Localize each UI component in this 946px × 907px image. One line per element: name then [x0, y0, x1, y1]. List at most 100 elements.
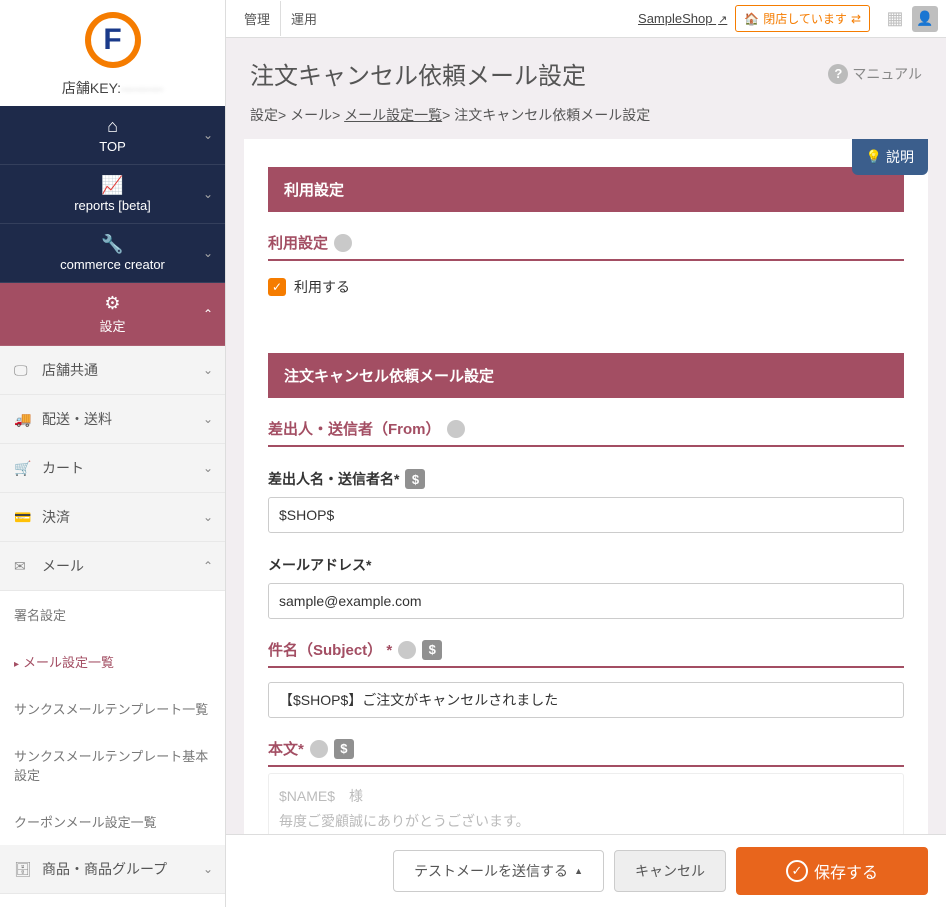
card-icon: 💳: [14, 509, 34, 526]
apps-icon[interactable]: ▦: [882, 6, 908, 32]
subsub-signature[interactable]: 署名設定: [0, 591, 225, 638]
chevron-down-icon: ⌄: [203, 363, 213, 377]
logo: F: [85, 12, 141, 68]
chevron-down-icon: ⌄: [203, 187, 213, 201]
truck-icon: 🚚: [14, 411, 34, 428]
chevron-down-icon: ⌄: [203, 862, 213, 876]
caret-up-icon: ▲: [574, 866, 583, 876]
page-title: 注文キャンセル依頼メール設定: [250, 56, 828, 91]
test-mail-button[interactable]: テストメールを送信する ▲: [393, 850, 604, 892]
usage-checkbox-row[interactable]: ✓ 利用する: [268, 261, 904, 313]
subject-input[interactable]: [268, 682, 904, 718]
variable-tag-icon[interactable]: $: [405, 469, 425, 489]
breadcrumb-item: 設定: [250, 107, 278, 123]
subnav-shipping[interactable]: 🚚 配送・送料 ⌄: [0, 395, 225, 444]
subsub-thanks-template-basic[interactable]: サンクスメールテンプレート基本設定: [0, 732, 225, 798]
subnav-label: 店舗共通: [42, 360, 98, 380]
chevron-down-icon: ⌄: [203, 412, 213, 426]
manual-label: マニュアル: [852, 64, 922, 84]
chevron-down-icon: ⌄: [203, 510, 213, 524]
usage-header: 利用設定: [268, 212, 904, 261]
shop-link-label: SampleShop: [638, 11, 712, 26]
nav-reports[interactable]: 📈 reports [beta] ⌄: [0, 165, 225, 224]
breadcrumb: 設定> メール> メール設定一覧> 注文キャンセル依頼メール設定: [226, 99, 946, 139]
main: 管理 運用 SampleShop ↗ 🏠 閉店しています ⇄ ▦ 👤 注文キャン…: [226, 0, 946, 907]
field-header-label: 件名（Subject） *: [268, 639, 392, 660]
nav-top[interactable]: ⌂ TOP ⌄: [0, 106, 225, 165]
topbar: 管理 運用 SampleShop ↗ 🏠 閉店しています ⇄ ▦ 👤: [226, 0, 946, 38]
help-dot-icon[interactable]: [447, 420, 465, 438]
body-header: 本文* $: [268, 718, 904, 767]
checkbox-label: 利用する: [294, 277, 350, 297]
body-line: 毎度ご愛顧誠にありがとうございます。: [279, 809, 893, 834]
wrench-icon: 🔧: [101, 234, 123, 255]
explain-label: 説明: [886, 147, 914, 167]
tab-operation[interactable]: 運用: [281, 1, 327, 36]
label-text: 差出人名・送信者名: [268, 469, 399, 489]
settings-card: 利用設定 利用設定 ✓ 利用する 注文キャンセル依頼メール設定 差出人・送信者（…: [244, 139, 928, 907]
subject-header: 件名（Subject） * $: [268, 619, 904, 668]
breadcrumb-link[interactable]: メール設定一覧: [344, 107, 442, 123]
chevron-down-icon: ⌄: [203, 246, 213, 260]
check-circle-icon: ✓: [786, 860, 808, 882]
button-label: テストメールを送信する: [414, 861, 568, 881]
help-dot-icon[interactable]: [310, 740, 328, 758]
checkbox-checked-icon[interactable]: ✓: [268, 278, 286, 296]
breadcrumb-item: メール: [290, 107, 332, 123]
button-label: 保存する: [814, 859, 878, 883]
section-usage: 利用設定: [268, 167, 904, 212]
subnav-label: 商品・商品グループ: [42, 859, 167, 879]
shop-key-label: 店舗KEY:: [62, 80, 121, 96]
bulb-icon: 💡: [866, 149, 882, 165]
chevron-up-icon: ⌃: [203, 307, 213, 321]
nav-label: 設定: [99, 316, 125, 335]
nav-settings[interactable]: ⚙ 設定 ⌃: [0, 283, 225, 346]
content-area: 💡 説明 利用設定 利用設定 ✓ 利用する 注文キャンセル依頼メール設定 差出人…: [226, 139, 946, 907]
shop-key: 店舗KEY:———: [0, 78, 225, 98]
chart-icon: 📈: [101, 175, 123, 196]
subnav-cart[interactable]: 🛒 カート ⌄: [0, 444, 225, 493]
subnav-label: 配送・送料: [42, 409, 112, 429]
body-line: $NAME$ 様: [279, 784, 893, 809]
breadcrumb-item: 注文キャンセル依頼メール設定: [454, 107, 650, 123]
nav-label: commerce creator: [60, 257, 165, 272]
shop-status-button[interactable]: 🏠 閉店しています ⇄: [735, 5, 870, 32]
subnav-label: カート: [42, 458, 84, 478]
variable-tag-icon[interactable]: $: [422, 640, 442, 660]
manual-link[interactable]: ? マニュアル: [828, 64, 922, 84]
subnav-mail[interactable]: ✉ メール ⌃: [0, 542, 225, 591]
chevron-up-icon: ⌃: [203, 559, 213, 573]
shop-key-value: ———: [121, 80, 163, 96]
email-label: メールアドレス: [268, 533, 904, 583]
email-input[interactable]: [268, 583, 904, 619]
nav-label: TOP: [99, 139, 126, 154]
from-name-input[interactable]: [268, 497, 904, 533]
help-dot-icon[interactable]: [334, 234, 352, 252]
swap-icon: ⇄: [851, 12, 861, 26]
gear-icon: ⚙: [104, 293, 120, 314]
label-text: メールアドレス: [268, 555, 371, 575]
tab-admin[interactable]: 管理: [234, 1, 281, 36]
monitor-icon: 🖵: [14, 362, 34, 379]
page-header: 注文キャンセル依頼メール設定 ? マニュアル: [226, 38, 946, 99]
explain-button[interactable]: 💡 説明: [852, 139, 928, 175]
nav-label: reports [beta]: [74, 198, 151, 213]
subsub-thanks-template-list[interactable]: サンクスメールテンプレート一覧: [0, 685, 225, 732]
subnav-shop-common[interactable]: 🖵 店舗共通 ⌄: [0, 346, 225, 395]
section-mail-settings: 注文キャンセル依頼メール設定: [268, 353, 904, 398]
sidebar-header: F 店舗KEY:———: [0, 0, 225, 106]
help-dot-icon[interactable]: [398, 641, 416, 659]
cancel-button[interactable]: キャンセル: [614, 850, 726, 892]
save-button[interactable]: ✓ 保存する: [736, 847, 928, 895]
subnav-payment[interactable]: 💳 決済 ⌄: [0, 493, 225, 542]
shop-link[interactable]: SampleShop ↗: [638, 11, 727, 26]
shop-status-label: 閉店しています: [763, 10, 847, 27]
subnav-products[interactable]: 🗄 商品・商品グループ ⌄: [0, 845, 225, 894]
subsub-mail-list[interactable]: メール設定一覧: [0, 638, 225, 685]
nav-commerce-creator[interactable]: 🔧 commerce creator ⌄: [0, 224, 225, 283]
sidebar: F 店舗KEY:——— ⌂ TOP ⌄ 📈 reports [beta] ⌄ 🔧…: [0, 0, 226, 907]
variable-tag-icon[interactable]: $: [334, 739, 354, 759]
subsub-coupon-mail[interactable]: クーポンメール設定一覧: [0, 798, 225, 845]
external-link-icon: ↗: [718, 14, 727, 26]
user-icon[interactable]: 👤: [912, 6, 938, 32]
